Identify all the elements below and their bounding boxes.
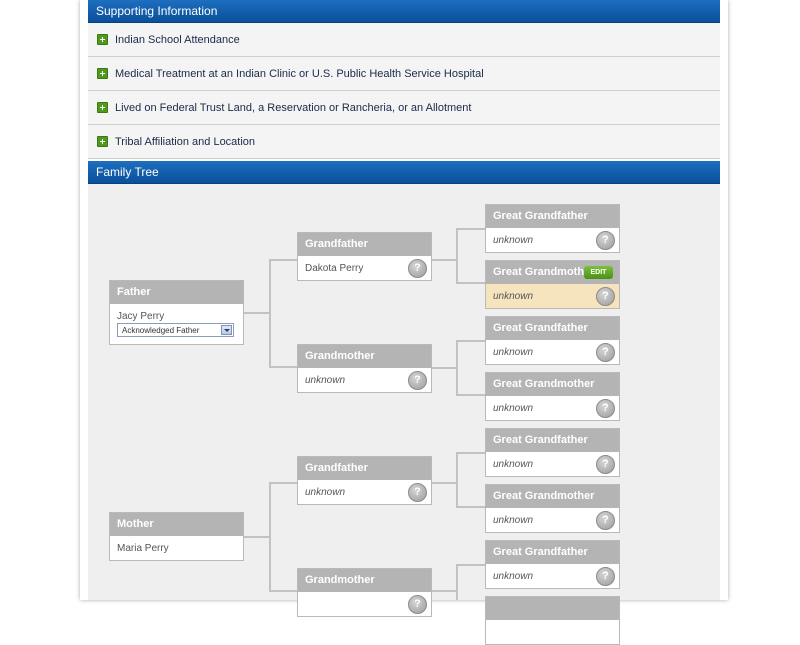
help-question-icon[interactable]: ? [408,595,427,614]
info-row-federal-trust-land[interactable]: Lived on Federal Trust Land, a Reservati… [88,91,720,125]
great-grandparent-name: unknown [493,291,534,302]
connector-line [243,312,270,314]
grandfather-name: Dakota Perry [305,263,364,274]
mother-card: Mother Maria Perry [109,512,244,561]
great-grandparent-role-label: Great Grandmother [486,485,619,508]
chevron-down-icon[interactable] [221,325,232,335]
great-grandparent-card: Great Grandfather unknown ? [485,428,620,477]
supporting-info-header: Supporting Information [88,0,720,23]
connector-line [457,506,485,508]
info-row-label[interactable]: Medical Treatment at an Indian Clinic or… [115,68,484,80]
connector-line [456,452,458,508]
great-grandparent-name: unknown [493,403,534,414]
connector-line [457,452,485,454]
help-question-icon[interactable]: ? [596,287,615,306]
connector-line [457,282,485,284]
grandmother-role-label: Grandmother [298,345,431,368]
connector-line [457,228,485,230]
great-grandparent-name: unknown [493,571,534,582]
grandfather-name: unknown [305,487,346,498]
great-grandparent-role-label: Great Grandfather [486,317,619,340]
connector-line [431,590,457,592]
great-grandparent-role-label: Great Grandfather [486,205,619,228]
grandmother-role-label: Grandmother [298,569,431,592]
great-grandparent-name: unknown [493,347,534,358]
help-question-icon[interactable]: ? [596,399,615,418]
maternal-grandfather-card: Grandfather unknown ? [297,456,432,505]
great-grandparent-card: Great Grandmother unknown ? [485,484,620,533]
connector-line [456,228,458,284]
great-grandparent-card: Great Grandfather unknown ? [485,316,620,365]
great-grandparent-name: unknown [493,459,534,470]
help-question-icon[interactable]: ? [596,343,615,362]
connector-line [269,482,271,592]
connector-line [243,536,270,538]
connector-line [270,590,297,592]
connector-line [270,366,297,368]
father-relationship-value[interactable]: Acknowledged Father [122,326,199,335]
info-row-label[interactable]: Lived on Federal Trust Land, a Reservati… [115,102,471,114]
expand-plus-icon[interactable] [97,136,108,147]
father-role-label: Father [110,281,243,304]
expand-plus-icon[interactable] [97,34,108,45]
help-question-icon[interactable]: ? [596,511,615,530]
connector-line [457,340,485,342]
supporting-info-title: Supporting Information [96,4,218,18]
help-question-icon[interactable]: ? [596,567,615,586]
connector-line [270,482,297,484]
connector-line [456,340,458,396]
paternal-grandmother-card: Grandmother unknown ? [297,344,432,393]
connector-line [431,367,457,369]
maternal-grandmother-card: Grandmother ? [297,568,432,617]
grandfather-role-label: Grandfather [298,457,431,480]
great-grandparent-name: unknown [493,515,534,526]
great-grandparent-role-label: Great Grandfather [486,541,619,564]
family-tree-title: Family Tree [96,165,159,179]
help-question-icon[interactable]: ? [408,371,427,390]
help-question-icon[interactable]: ? [408,259,427,278]
father-relationship-select[interactable]: Acknowledged Father [117,323,234,337]
family-tree-header: Family Tree [88,161,720,184]
great-grandparent-card: Great Grandfather unknown ? [485,540,620,589]
help-question-icon[interactable]: ? [596,455,615,474]
great-grandparent-role-label: Great Grandfather [486,429,619,452]
edit-button[interactable]: EDIT [584,266,613,279]
connector-line [270,259,297,261]
grandfather-role-label: Grandfather [298,233,431,256]
connector-line [431,259,457,261]
help-question-icon[interactable]: ? [408,483,427,502]
paternal-grandfather-card: Grandfather Dakota Perry ? [297,232,432,281]
great-grandparent-role-label [486,597,619,620]
connector-line [457,394,485,396]
great-grandparent-card-selected: Great Grandmother EDIT unknown ? [485,260,620,309]
expand-plus-icon[interactable] [97,68,108,79]
great-grandparent-card-partial [485,596,620,645]
info-row-label[interactable]: Indian School Attendance [115,34,240,46]
connector-line [431,482,457,484]
connector-line [456,564,458,600]
great-grandparent-card: Great Grandfather unknown ? [485,204,620,253]
family-tree-canvas: Father Jacy Perry Acknowledged Father Mo… [88,184,720,645]
great-grandparent-name: unknown [493,235,534,246]
info-row-medical-treatment[interactable]: Medical Treatment at an Indian Clinic or… [88,57,720,91]
connector-line [269,259,271,368]
great-grandparent-card: Great Grandmother unknown ? [485,372,620,421]
father-card: Father Jacy Perry Acknowledged Father [109,280,244,345]
info-row-tribal-affiliation[interactable]: Tribal Affiliation and Location [88,125,720,159]
great-grandparent-role-label: Great Grandmother [486,373,619,396]
connector-line [457,564,485,566]
info-row-label[interactable]: Tribal Affiliation and Location [115,136,255,148]
help-question-icon[interactable]: ? [596,231,615,250]
info-row-indian-school[interactable]: Indian School Attendance [88,23,720,57]
mother-role-label: Mother [110,513,243,536]
mother-name: Maria Perry [117,543,169,554]
expand-plus-icon[interactable] [97,102,108,113]
grandmother-name: unknown [305,375,346,386]
father-name: Jacy Perry [117,311,165,322]
